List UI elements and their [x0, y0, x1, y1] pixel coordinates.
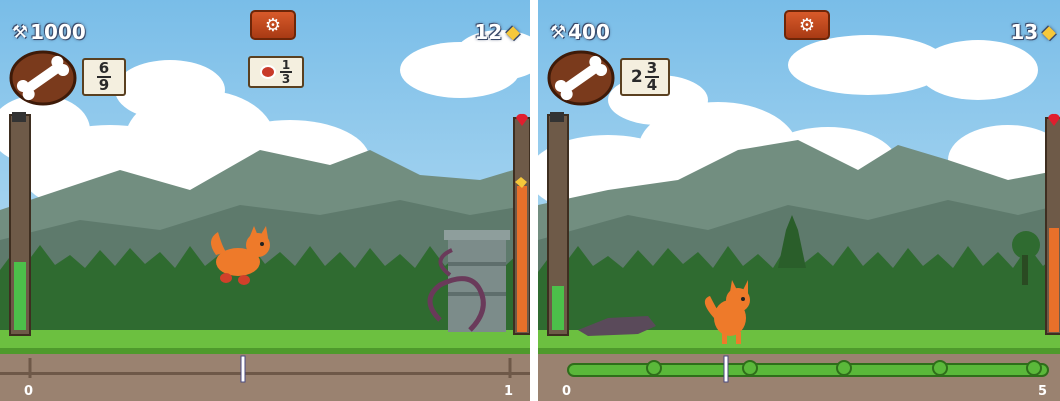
fraction-card: 2 3 4 — [620, 58, 670, 96]
level-progress-bar — [9, 112, 31, 336]
health-bar — [513, 113, 530, 335]
axis-end-label: 5 — [1038, 384, 1048, 399]
cheese-icon: ◆ — [506, 21, 520, 43]
score-value: 400 — [568, 20, 610, 44]
fraction-denominator: 9 — [98, 76, 110, 94]
number-line-track — [538, 354, 1060, 401]
health-bar — [1045, 113, 1060, 335]
bone-badge-icon — [546, 48, 616, 108]
target-fraction-card: 1 3 — [248, 56, 304, 88]
level-progress-bar — [547, 112, 569, 336]
number-line-marker — [723, 355, 729, 383]
gear-icon: ⚙ — [264, 14, 282, 36]
axis-start-label: 0 — [562, 384, 572, 399]
mixed-whole: 2 — [630, 67, 643, 87]
settings-button[interactable]: ⚙ — [784, 10, 830, 40]
coin-counter: 13 ◆ — [1010, 20, 1056, 44]
coin-counter: 12 ◆ — [474, 20, 520, 44]
axis-start-label: 0 — [24, 384, 34, 399]
fraction: 3 4 — [644, 61, 660, 94]
score-display: ⚒ 1000 — [12, 20, 86, 44]
number-line-track — [0, 354, 530, 401]
settings-button[interactable]: ⚙ — [250, 10, 296, 40]
coin-count: 12 — [474, 20, 503, 44]
fraction: 6 9 — [96, 61, 112, 94]
target-fraction: 1 3 — [279, 58, 293, 86]
game-panel-right: ⚒ 400 ⚙ 13 ◆ 2 3 4 0 5 — [538, 0, 1060, 401]
coin-count: 13 — [1010, 20, 1039, 44]
wrench-icon: ⚒ — [550, 21, 567, 43]
cheese-icon: ◆ — [1042, 21, 1056, 43]
fraction-denominator: 4 — [646, 76, 658, 94]
number-line-marker — [240, 355, 246, 383]
meat-icon — [259, 65, 276, 79]
game-panel-left: ⚒ 1000 ⚙ 12 ◆ 6 9 1 3 0 1 — [0, 0, 530, 401]
score-value: 1000 — [30, 20, 86, 44]
score-display: ⚒ 400 — [550, 20, 610, 44]
fraction-card: 6 9 — [82, 58, 126, 96]
bone-badge-icon — [8, 48, 78, 108]
gear-icon: ⚙ — [798, 14, 816, 36]
target-numerator: 1 — [279, 58, 293, 73]
wrench-icon: ⚒ — [12, 21, 29, 43]
axis-end-label: 1 — [504, 384, 514, 399]
snake-vine — [567, 360, 1049, 377]
target-denominator: 3 — [281, 72, 291, 86]
game-scene-right — [538, 0, 1060, 401]
